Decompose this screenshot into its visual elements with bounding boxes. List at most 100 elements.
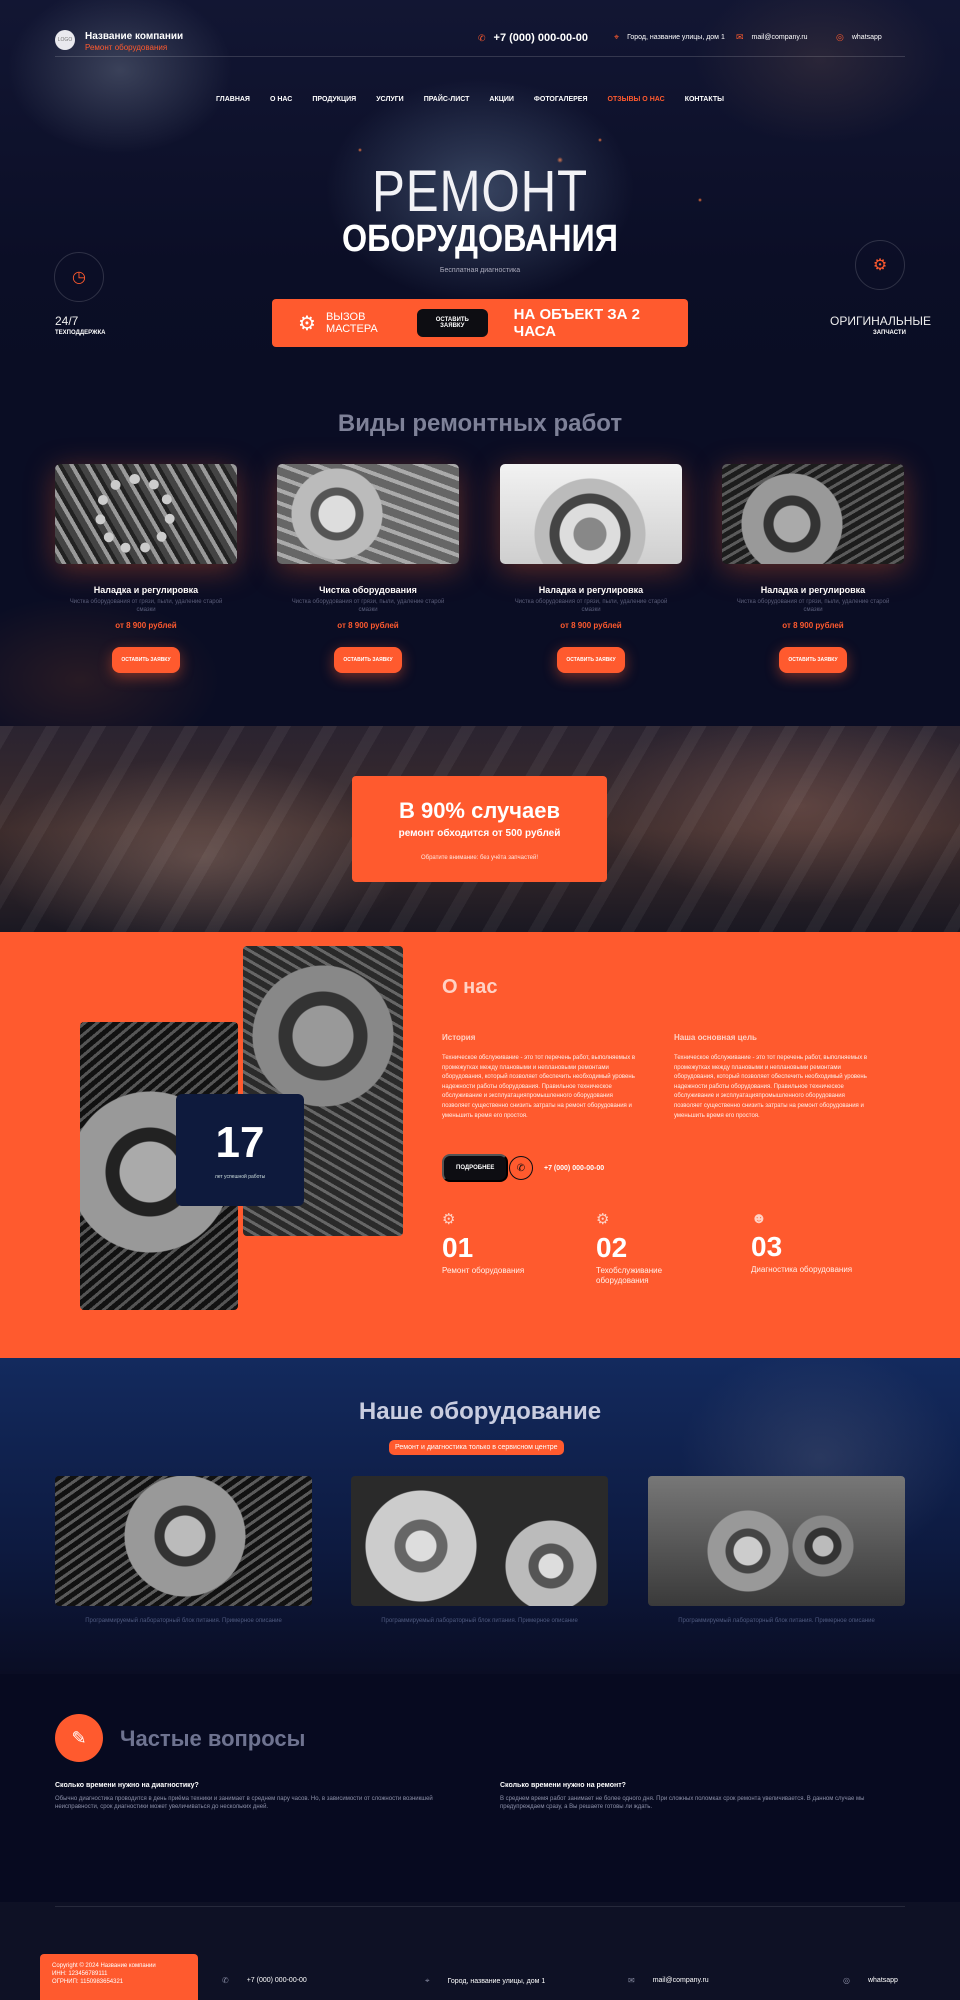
footer-phone[interactable]: ✆ +7 (000) 000-00-00 <box>222 1976 307 1985</box>
parts-title: ОРИГИНАЛЬНЫЕ <box>830 314 932 328</box>
goal-title: Наша основная цель <box>674 1033 757 1042</box>
service-name: Чистка оборудования <box>319 585 417 595</box>
copyright-box: Copyright © 2024 Название компании ИНН: … <box>40 1954 198 2000</box>
service-request-button[interactable]: ОСТАВИТЬ ЗАЯВКУ <box>557 646 625 673</box>
equipment-image[interactable] <box>648 1476 905 1606</box>
nav-contacts[interactable]: Контакты <box>685 96 724 103</box>
goal-text: Техническое обслуживание - это тот переч… <box>674 1055 868 1119</box>
footer-email[interactable]: ✉ mail@company.ru <box>628 1976 709 1985</box>
service-price: от 8 900 рублей <box>115 620 177 630</box>
faq-section: ✎ Частые вопросы Сколько времени нужно н… <box>0 1674 960 1902</box>
about-section: 17 лет успешной работы О нас История Тех… <box>0 932 960 1358</box>
service-card: Чистка оборудования Чистка оборудования … <box>277 464 459 673</box>
header-whatsapp-text: whatsapp <box>851 34 882 41</box>
mail-icon: ✉ <box>628 1976 635 1985</box>
stat-label: Техобслуживание оборудования <box>596 1266 663 1285</box>
equipment-image[interactable] <box>351 1476 608 1606</box>
service-card: Наладка и регулировка Чистка оборудовани… <box>500 464 682 673</box>
hero-request-button[interactable]: ОСТАВИТЬ ЗАЯВКУ <box>416 309 488 337</box>
service-request-button[interactable]: ОСТАВИТЬ ЗАЯВКУ <box>334 646 402 673</box>
stat-number: 01 <box>442 1232 474 1263</box>
promo-subline: ремонт обходится от 500 рублей <box>398 828 561 839</box>
support-hours: 24/7 <box>55 314 79 328</box>
stat-item: ⚙ 01 Ремонт оборудования <box>442 1210 562 1276</box>
header-divider <box>55 56 905 57</box>
equipment-caption: Программируемый лабораторный блок питани… <box>678 1618 875 1624</box>
equipment-image[interactable] <box>55 1476 312 1606</box>
faq-answer: В среднем время работ занимает не более … <box>500 1796 865 1811</box>
service-desc: Чистка оборудования от грязи, пыли, удал… <box>69 599 223 613</box>
faq-question[interactable]: Сколько времени нужно на диагностику? <box>55 1782 199 1789</box>
mail-icon: ✉ <box>736 32 744 42</box>
gear-icon: ⚙ <box>596 1211 610 1228</box>
stat-number: 03 <box>751 1231 783 1262</box>
faq-answer: Обычно диагностика проводится в день при… <box>55 1796 433 1811</box>
faq-title: Частые вопросы <box>120 1726 306 1751</box>
more-button[interactable]: ПОДРОБНЕЕ <box>442 1154 509 1182</box>
hero-subtitle: Бесплатная диагностика <box>439 267 521 274</box>
nav-products[interactable]: Продукция <box>312 96 356 103</box>
header-phone[interactable]: ✆ +7 (000) 000-00-00 <box>478 32 588 44</box>
promo-band: В 90% случаев ремонт обходится от 500 ру… <box>0 726 960 932</box>
copyright-text: Copyright © 2024 Название компании <box>52 1963 156 1969</box>
stat-label: Диагностика оборудования <box>751 1265 853 1274</box>
parts-label: ЗАПЧАСТИ <box>873 330 906 336</box>
equipment-caption: Программируемый лабораторный блок питани… <box>381 1618 578 1624</box>
company-name: Название компании <box>85 31 184 42</box>
service-name: Наладка и регулировка <box>93 585 199 595</box>
location-pin-icon: ⌖ <box>425 1976 430 1985</box>
equipment-card: Программируемый лабораторный блок питани… <box>55 1476 312 1624</box>
nav-promotions[interactable]: Акции <box>489 96 514 103</box>
footer-divider <box>55 1906 905 1907</box>
footer-phone-text: +7 (000) 000-00-00 <box>246 1977 307 1984</box>
nav-gallery[interactable]: Фотогалерея <box>534 96 588 103</box>
about-phone[interactable]: +7 (000) 000-00-00 <box>544 1165 604 1172</box>
stat-item: ☻ 03 Диагностика оборудования <box>751 1210 871 1275</box>
service-card: Наладка и регулировка Чистка оборудовани… <box>55 464 237 673</box>
nav-about[interactable]: О нас <box>270 96 292 103</box>
chat-icon: ✎ <box>55 1714 103 1762</box>
logo[interactable]: LOGO <box>55 30 75 50</box>
promo-headline: В 90% случаев <box>398 798 561 823</box>
gear-icon: ⚙ <box>855 240 905 290</box>
footer-whatsapp[interactable]: ◎ whatsapp <box>843 1976 898 1985</box>
years-badge: 17 лет успешной работы <box>176 1094 304 1206</box>
promo-note: Обратите внимание: без учёта запчастей! <box>420 855 539 861</box>
inn-text: ИНН: 123456789111 <box>52 1971 108 1978</box>
hero-cta-bar: ⚙ ВЫЗОВ МАСТЕРА ОСТАВИТЬ ЗАЯВКУ НА ОБЪЕК… <box>272 299 688 347</box>
faq-question[interactable]: Сколько времени нужно на ремонт? <box>500 1782 626 1789</box>
nav-home[interactable]: Главная <box>216 96 250 103</box>
service-price: от 8 900 рублей <box>782 620 844 630</box>
service-desc: Чистка оборудования от грязи, пыли, удал… <box>514 599 668 613</box>
service-name: Наладка и регулировка <box>760 585 866 595</box>
history-text: Техническое обслуживание - это тот переч… <box>442 1055 636 1119</box>
settings-gear-icon: ⚙ <box>298 312 316 335</box>
nav-reviews[interactable]: Отзывы о нас <box>608 96 665 103</box>
hero-title-line2: ОБОРУДОВАНИЯ <box>342 218 618 260</box>
history-title: История <box>442 1033 476 1042</box>
footer-address: ⌖ Город, название улицы, дом 1 <box>425 1976 545 1986</box>
service-request-button[interactable]: ОСТАВИТЬ ЗАЯВКУ <box>779 646 847 673</box>
nav-pricelist[interactable]: Прайс-лист <box>424 96 470 103</box>
service-image <box>500 464 682 564</box>
header-address: ⌖ Город, название улицы, дом 1 <box>614 32 725 43</box>
service-image <box>722 464 904 564</box>
footer-email-text: mail@company.ru <box>652 1977 709 1984</box>
main-nav: Главная О нас Продукция Услуги Прайс-лис… <box>216 96 724 103</box>
whatsapp-icon: ◎ <box>836 32 844 42</box>
service-desc: Чистка оборудования от грязи, пыли, удал… <box>736 599 890 613</box>
services-section: Виды ремонтных работ Наладка и регулиров… <box>0 380 960 726</box>
service-request-button[interactable]: ОСТАВИТЬ ЗАЯВКУ <box>112 646 180 673</box>
stat-item: ⚙ 02 Техобслуживание оборудования <box>596 1210 716 1285</box>
worker-icon: ☻ <box>751 1210 767 1227</box>
header-whatsapp[interactable]: ◎ whatsapp <box>836 32 882 43</box>
header-email[interactable]: ✉ mail@company.ru <box>736 32 808 43</box>
equipment-title: Наше оборудование <box>358 1398 602 1425</box>
equipment-card: Программируемый лабораторный блок питани… <box>648 1476 905 1624</box>
service-image <box>55 464 237 564</box>
phone-icon[interactable]: ✆ <box>509 1156 533 1180</box>
service-price: от 8 900 рублей <box>560 620 622 630</box>
footer: Copyright © 2024 Название компании ИНН: … <box>0 1902 960 2000</box>
years-number: 17 <box>215 1118 265 1167</box>
nav-services[interactable]: Услуги <box>376 96 404 103</box>
